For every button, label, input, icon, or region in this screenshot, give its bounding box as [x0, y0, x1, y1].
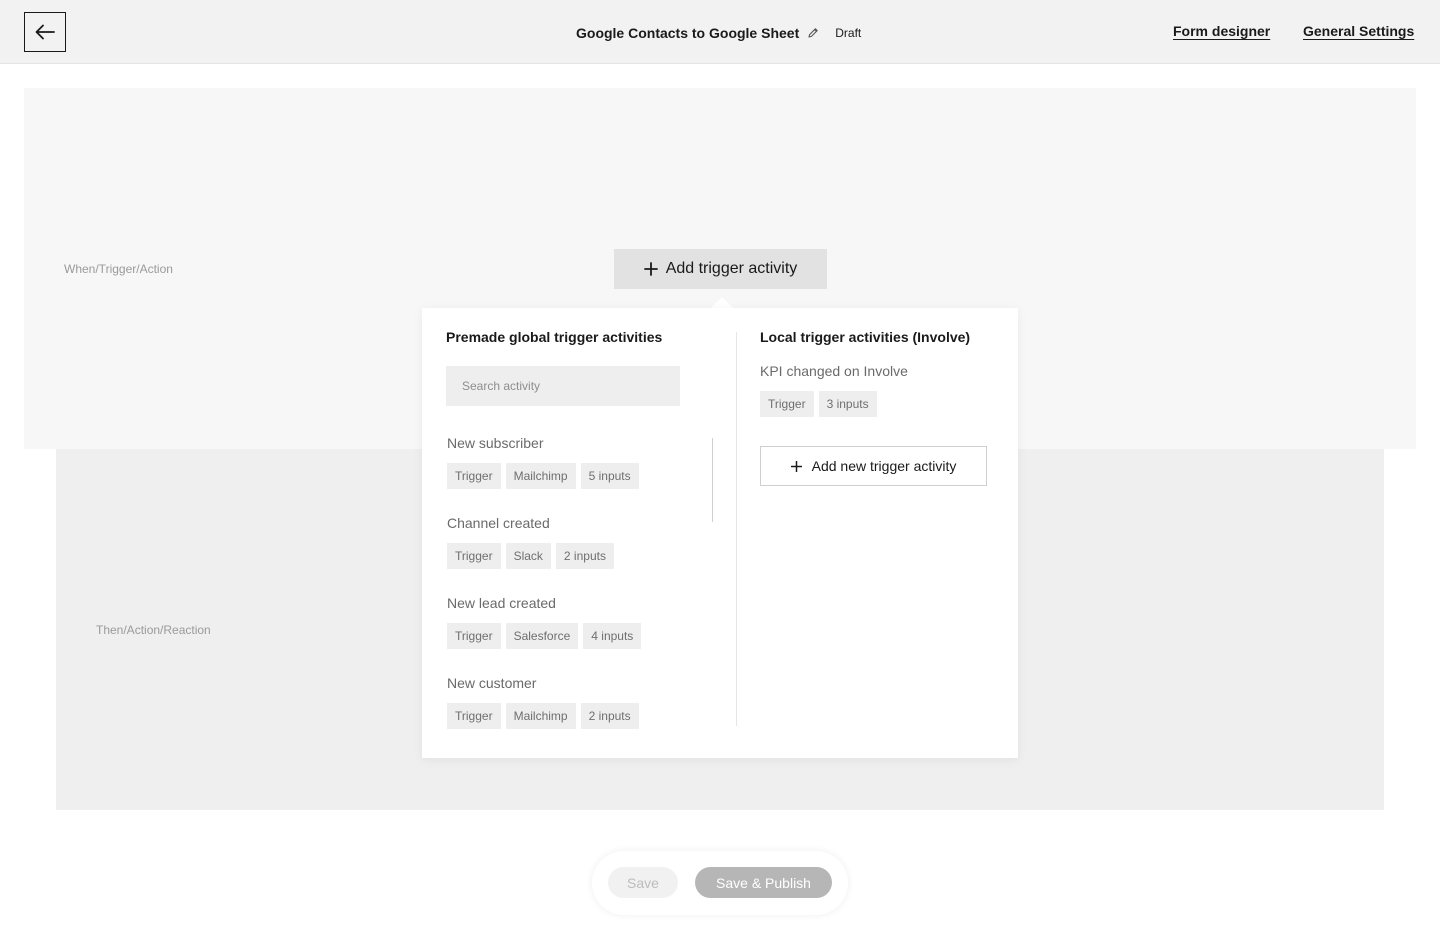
- dropdown-caret: [711, 297, 733, 308]
- activity-tags: Trigger Mailchimp 2 inputs: [447, 703, 687, 729]
- activity-tags: Trigger 3 inputs: [760, 391, 1000, 417]
- activity-item-new-subscriber[interactable]: New subscriber Trigger Mailchimp 5 input…: [447, 434, 687, 489]
- column-divider: [736, 332, 737, 726]
- action-section-label: Then/Action/Reaction: [96, 623, 211, 637]
- tag: 3 inputs: [818, 391, 877, 417]
- tag: 2 inputs: [580, 703, 639, 729]
- tag: Trigger: [447, 463, 501, 489]
- trigger-section-label: When/Trigger/Action: [64, 262, 173, 276]
- add-new-trigger-activity-label: Add new trigger activity: [811, 458, 957, 474]
- tag: 4 inputs: [583, 623, 642, 649]
- activity-tags: Trigger Slack 2 inputs: [447, 543, 687, 569]
- tag: Mailchimp: [505, 703, 576, 729]
- tag: 2 inputs: [555, 543, 614, 569]
- scrollbar[interactable]: [712, 438, 713, 522]
- activity-tags: Trigger Salesforce 4 inputs: [447, 623, 687, 649]
- global-activities-title: Premade global trigger activities: [446, 329, 663, 345]
- add-trigger-activity-button[interactable]: Add trigger activity: [614, 249, 827, 289]
- activity-item-new-lead-created[interactable]: New lead created Trigger Salesforce 4 in…: [447, 594, 687, 649]
- plus-icon: [643, 262, 658, 276]
- activity-item-kpi-changed[interactable]: KPI changed on Involve Trigger 3 inputs: [760, 362, 1000, 417]
- tag: Trigger: [447, 703, 501, 729]
- form-designer-link[interactable]: Form designer: [1173, 23, 1270, 39]
- save-button[interactable]: Save: [608, 867, 678, 898]
- tag: Mailchimp: [505, 463, 576, 489]
- local-activities-title: Local trigger activities (Involve): [760, 329, 971, 345]
- arrow-left-icon: [35, 24, 55, 40]
- activity-item-channel-created[interactable]: Channel created Trigger Slack 2 inputs: [447, 514, 687, 569]
- bottom-action-bar: Save Save & Publish: [592, 851, 848, 915]
- general-settings-link[interactable]: General Settings: [1303, 23, 1414, 39]
- add-new-trigger-activity-button[interactable]: Add new trigger activity: [760, 446, 987, 486]
- top-bar: Google Contacts to Google Sheet Draft Fo…: [0, 0, 1440, 64]
- tag: Trigger: [447, 623, 501, 649]
- activity-name: Channel created: [447, 515, 550, 531]
- tag: Salesforce: [505, 623, 579, 649]
- back-button[interactable]: [24, 12, 66, 52]
- title-group: Google Contacts to Google Sheet Draft: [576, 23, 861, 43]
- activity-tags: Trigger Mailchimp 5 inputs: [447, 463, 687, 489]
- activity-item-new-customer[interactable]: New customer Trigger Mailchimp 2 inputs: [447, 674, 687, 729]
- tag: 5 inputs: [580, 463, 639, 489]
- search-activity-input[interactable]: [446, 366, 680, 406]
- activity-name: New subscriber: [447, 435, 544, 451]
- trigger-activity-dropdown: Premade global trigger activities New su…: [422, 308, 1018, 758]
- activity-name: New customer: [447, 675, 537, 691]
- page-title: Google Contacts to Google Sheet: [576, 25, 800, 41]
- pencil-icon[interactable]: [807, 27, 819, 39]
- save-and-publish-button[interactable]: Save & Publish: [695, 867, 832, 898]
- tag: Trigger: [760, 391, 814, 417]
- status-badge: Draft: [835, 26, 862, 40]
- plus-icon: [790, 460, 802, 472]
- tag: Trigger: [447, 543, 501, 569]
- tag: Slack: [505, 543, 551, 569]
- add-trigger-activity-label: Add trigger activity: [665, 260, 798, 277]
- activity-name: New lead created: [447, 595, 556, 611]
- activity-name: KPI changed on Involve: [760, 363, 908, 379]
